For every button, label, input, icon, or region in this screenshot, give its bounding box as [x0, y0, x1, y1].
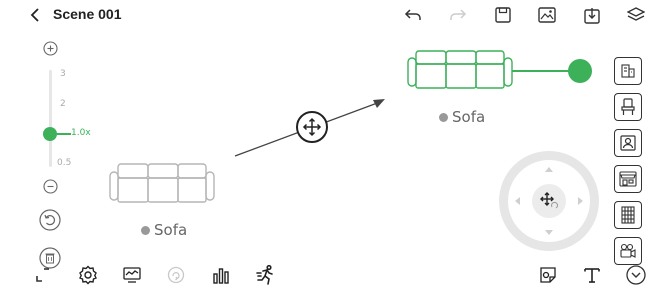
move-icon — [302, 117, 322, 137]
cycle-icon — [167, 266, 185, 284]
sofa-right-label-group: Sofa — [439, 108, 485, 126]
zoom-tick-2: 2 — [60, 99, 66, 109]
zoom-in-icon — [42, 40, 58, 56]
layers-icon — [627, 7, 645, 21]
reset-icon — [39, 209, 61, 231]
monitor-button[interactable] — [121, 264, 143, 286]
zoom-level: 1.0x — [71, 128, 91, 138]
layers-button[interactable] — [625, 4, 647, 26]
zoom-in-button[interactable] — [42, 40, 58, 56]
chair-tool-button[interactable] — [614, 93, 642, 121]
image-button[interactable] — [536, 4, 558, 26]
zoom-tick-3: 3 — [60, 69, 66, 79]
image-icon — [538, 7, 556, 23]
zoom-handle[interactable] — [43, 127, 57, 141]
running-icon — [256, 264, 273, 285]
undo-icon — [404, 9, 421, 20]
cycle-button[interactable] — [165, 264, 187, 286]
zoom-tick-0-5: 0.5 — [57, 158, 72, 168]
chevron-down-icon — [626, 265, 646, 285]
fullscreen-button[interactable] — [34, 266, 52, 284]
building-icon — [621, 64, 635, 78]
storefront-tool-button[interactable] — [614, 165, 642, 193]
fullscreen-icon — [36, 268, 49, 282]
settings-button[interactable] — [77, 264, 99, 286]
undo-button[interactable] — [402, 5, 424, 25]
building-tool-button[interactable] — [614, 57, 642, 85]
text-icon — [584, 268, 600, 283]
monitor-icon — [123, 267, 141, 283]
bar-chart-icon — [213, 268, 229, 284]
save-icon — [495, 7, 511, 23]
camera-icon — [620, 243, 636, 258]
save-button[interactable] — [492, 4, 514, 26]
rotate-handle-line — [512, 70, 570, 72]
person-tool-button[interactable] — [614, 129, 642, 157]
zoom-indicator-line — [57, 133, 71, 135]
export-button[interactable] — [581, 4, 603, 26]
move-rotate-icon — [540, 192, 559, 209]
back-button[interactable] — [26, 6, 44, 24]
chair-icon — [621, 98, 635, 115]
zoom-out-button[interactable] — [42, 178, 58, 194]
sofa-selected[interactable] — [406, 50, 516, 92]
joystick-knob[interactable] — [532, 184, 566, 218]
sofa-right-label: Sofa — [452, 108, 486, 126]
settings-icon — [79, 265, 97, 285]
rotate-handle[interactable] — [568, 59, 592, 83]
sticker-icon — [540, 267, 556, 283]
redo-icon — [450, 9, 467, 20]
shelf-icon — [621, 206, 635, 224]
label-dot — [141, 225, 150, 235]
move-handle[interactable] — [296, 111, 328, 143]
label-dot — [439, 112, 448, 122]
chevron-left-icon — [30, 8, 39, 22]
page-title: Scene 001 — [53, 6, 122, 22]
animation-button[interactable] — [254, 263, 278, 287]
zoom-out-icon — [42, 178, 58, 194]
person-icon — [620, 135, 636, 151]
reset-button[interactable] — [38, 208, 62, 232]
export-icon — [584, 7, 600, 24]
sticker-button[interactable] — [537, 264, 559, 286]
shelf-tool-button[interactable] — [614, 201, 642, 229]
stats-button[interactable] — [210, 264, 232, 286]
sofa-ghost[interactable] — [108, 162, 218, 207]
zoom-track[interactable] — [49, 70, 52, 167]
redo-button[interactable] — [447, 5, 469, 25]
storefront-icon — [619, 171, 637, 187]
collapse-toolbar-button[interactable] — [625, 264, 647, 286]
sofa-left-label-group: Sofa — [141, 221, 187, 239]
camera-tool-button[interactable] — [614, 237, 642, 265]
text-button[interactable] — [581, 264, 603, 286]
sofa-left-label: Sofa — [154, 221, 188, 239]
